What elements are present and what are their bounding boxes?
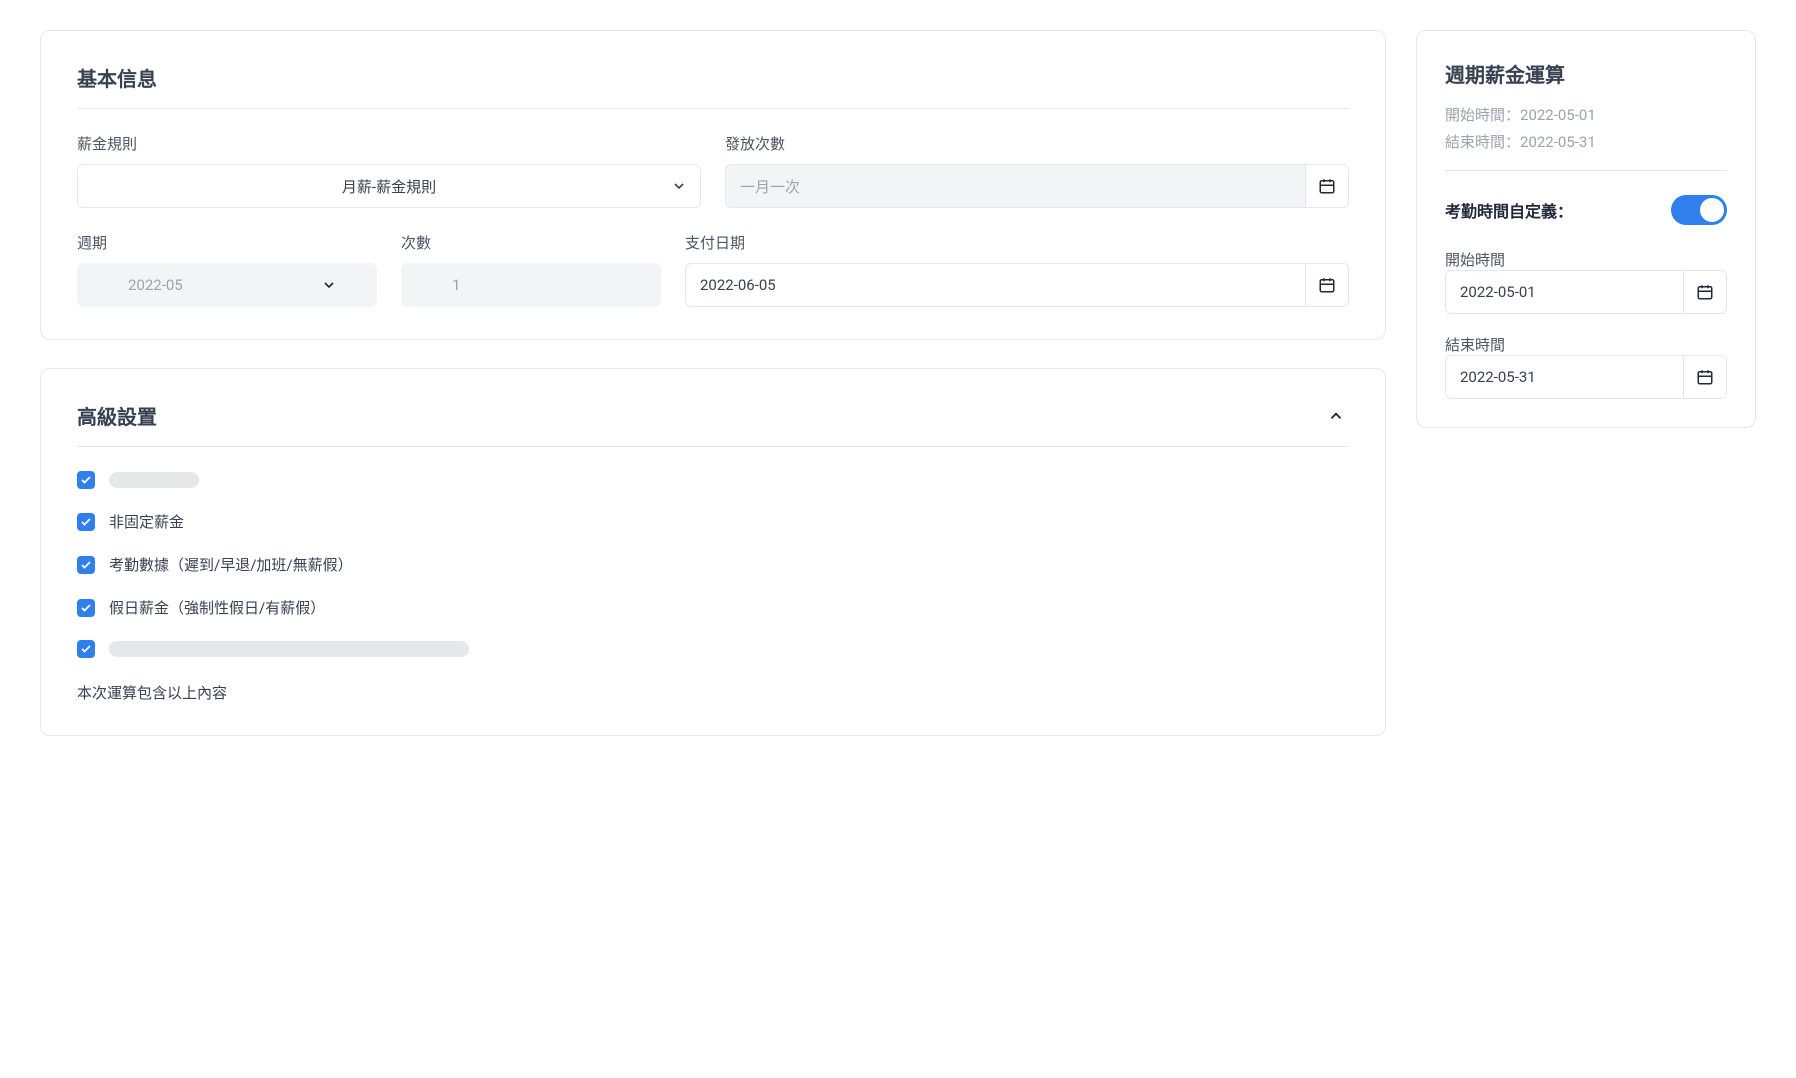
check-item [77,471,1349,489]
advanced-settings-title: 高級設置 [77,401,157,430]
divider [77,446,1349,447]
pay-times-placeholder: 一月一次 [740,176,800,197]
start-time-field: 開始時間 2022-05-01 [1445,249,1727,314]
salary-rule-value: 月薪-薪金規則 [342,176,436,197]
pay-date-calendar-button[interactable] [1305,263,1349,307]
check-label: 非固定薪金 [109,511,184,532]
end-time-field: 結束時間 2022-05-31 [1445,334,1727,399]
period-label: 週期 [77,232,377,253]
checkbox[interactable] [77,599,95,617]
basic-info-card: 基本信息 薪金規則 月薪-薪金規則 發放次數 [40,30,1386,340]
check-icon [80,602,92,614]
period-field: 週期 2022-05 [77,232,377,307]
check-icon [80,559,92,571]
attendance-toggle-label: 考勤時間自定義： [1445,198,1573,222]
checkbox[interactable] [77,471,95,489]
end-time-value: 2022-05-31 [1460,368,1536,386]
count-field: 次數 1 [401,232,661,307]
basic-info-title: 基本信息 [77,63,1349,92]
period-value: 2022-05 [128,276,183,294]
check-item: 考勤數據（遲到/早退/加班/無薪假） [77,554,1349,575]
check-icon [80,516,92,528]
skeleton-placeholder [109,472,199,488]
end-info-value: 2022-05-31 [1520,133,1596,151]
start-info: 開始時間：2022-05-01 [1445,104,1727,125]
pay-times-label: 發放次數 [725,133,1349,154]
skeleton-placeholder [109,641,469,657]
pay-times-calendar-button[interactable] [1305,164,1349,208]
checkbox[interactable] [77,640,95,658]
count-value: 1 [452,276,460,294]
start-info-value: 2022-05-01 [1520,106,1596,124]
attendance-toggle[interactable] [1671,195,1727,225]
salary-rule-label: 薪金規則 [77,133,701,154]
checkbox[interactable] [77,513,95,531]
count-input[interactable]: 1 [401,263,661,307]
check-label: 考勤數據（遲到/早退/加班/無薪假） [109,554,353,575]
calendar-icon [1696,368,1714,386]
period-select[interactable]: 2022-05 [77,263,377,307]
pay-date-input[interactable]: 2022-06-05 [685,263,1305,307]
chevron-up-icon [1327,407,1345,425]
pay-date-value: 2022-06-05 [700,276,776,294]
pay-date-label: 支付日期 [685,232,1349,253]
end-time-calendar-button[interactable] [1683,355,1727,399]
check-item [77,640,1349,658]
start-time-label: 開始時間 [1445,251,1505,269]
period-calc-title: 週期薪金運算 [1445,59,1727,88]
pay-date-field: 支付日期 2022-06-05 [685,232,1349,307]
start-info-label: 開始時間： [1445,106,1520,124]
advanced-settings-card: 高級設置 非 [40,368,1386,736]
check-list: 非固定薪金 考勤數據（遲到/早退/加班/無薪假） 假日薪金（強制性假日/有薪假） [77,471,1349,658]
end-time-input[interactable]: 2022-05-31 [1445,355,1683,399]
end-time-label: 結束時間 [1445,336,1505,354]
end-info-label: 結束時間： [1445,133,1520,151]
check-icon [80,643,92,655]
end-info: 結束時間：2022-05-31 [1445,131,1727,152]
advanced-footer-note: 本次運算包含以上內容 [77,682,1349,703]
calendar-icon [1696,283,1714,301]
pay-times-field: 發放次數 一月一次 [725,133,1349,208]
check-item: 非固定薪金 [77,511,1349,532]
divider [1445,170,1727,171]
divider [77,108,1349,109]
check-label: 假日薪金（強制性假日/有薪假） [109,597,325,618]
check-icon [80,474,92,486]
toggle-thumb [1700,198,1724,222]
start-time-value: 2022-05-01 [1460,283,1536,301]
check-item: 假日薪金（強制性假日/有薪假） [77,597,1349,618]
salary-rule-field: 薪金規則 月薪-薪金規則 [77,133,701,208]
calendar-icon [1318,177,1336,195]
period-calc-card: 週期薪金運算 開始時間：2022-05-01 結束時間：2022-05-31 考… [1416,30,1756,428]
calendar-icon [1318,276,1336,294]
salary-rule-select[interactable]: 月薪-薪金規則 [77,164,701,208]
collapse-button[interactable] [1323,403,1349,429]
checkbox[interactable] [77,556,95,574]
count-label: 次數 [401,232,661,253]
pay-times-input[interactable]: 一月一次 [725,164,1305,208]
start-time-calendar-button[interactable] [1683,270,1727,314]
start-time-input[interactable]: 2022-05-01 [1445,270,1683,314]
